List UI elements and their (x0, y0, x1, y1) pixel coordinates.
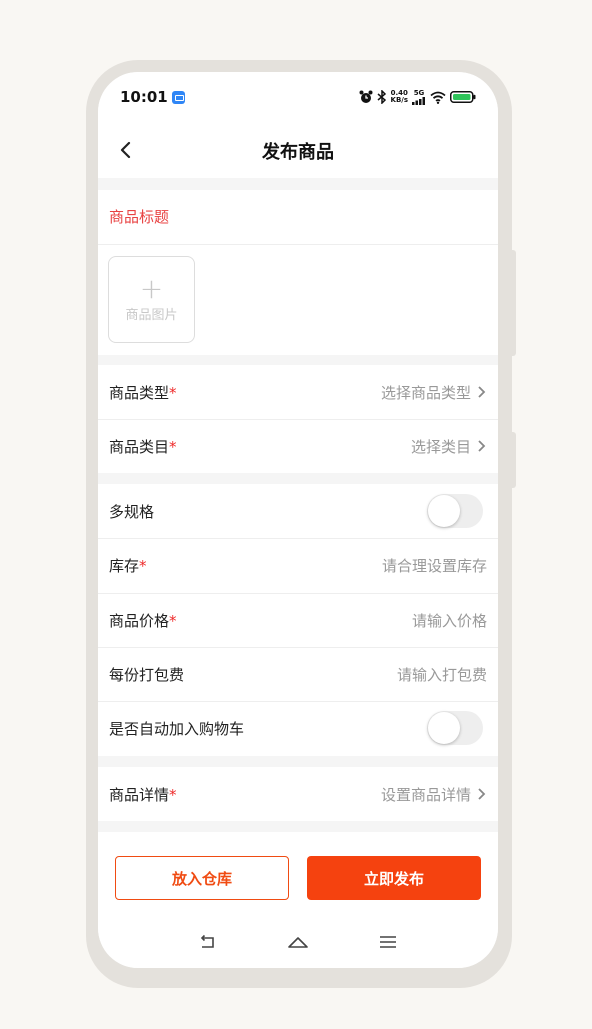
product-image-upload[interactable]: + 商品图片 (108, 256, 195, 343)
required-mark: * (139, 556, 147, 575)
auto-cart-label: 是否自动加入购物车 (109, 719, 245, 738)
network-type-label: 5G (413, 88, 425, 97)
auto-cart-toggle[interactable] (427, 711, 483, 745)
price-input[interactable]: 请输入价格 (412, 610, 487, 631)
multi-spec-toggle[interactable] (427, 494, 483, 528)
image-upload-label: 商品图片 (125, 307, 178, 323)
details-section: 商品详情* 设置商品详情 (98, 767, 498, 821)
chevron-right-icon (478, 788, 486, 800)
alarm-icon (359, 90, 373, 103)
packing-fee-input[interactable]: 请输入打包费 (397, 664, 487, 685)
back-gesture-icon[interactable] (196, 930, 220, 954)
price-row: 商品价格* 请输入价格 (98, 593, 498, 647)
volume-button (511, 250, 516, 356)
product-type-label: 商品类型* (109, 383, 177, 402)
divider (98, 244, 498, 245)
status-time: 10:01 (120, 88, 168, 106)
menu-icon[interactable] (376, 930, 400, 954)
price-label: 商品价格* (109, 611, 177, 630)
auto-cart-row: 是否自动加入购物车 (98, 701, 498, 755)
product-category-row[interactable]: 商品类目* 选择类目 (98, 419, 498, 473)
publish-now-button[interactable]: 立即发布 (307, 856, 481, 900)
network-speed: 0.40 KB/s (390, 89, 408, 104)
product-type-row[interactable]: 商品类型* 选择商品类型 (98, 365, 498, 419)
home-icon[interactable] (286, 930, 310, 954)
chevron-right-icon (478, 440, 486, 452)
status-icons: 0.40 KB/s 5G (359, 88, 476, 105)
required-mark: * (169, 383, 177, 402)
message-app-icon (171, 90, 185, 104)
stock-input[interactable]: 请合理设置库存 (382, 555, 487, 576)
bluetooth-icon (377, 90, 386, 104)
stock-label: 库存* (109, 556, 147, 575)
packing-fee-row: 每份打包费 请输入打包费 (98, 647, 498, 701)
bottom-action-bar: 放入仓库 立即发布 (98, 832, 498, 968)
required-mark: * (169, 437, 177, 456)
product-details-row[interactable]: 商品详情* 设置商品详情 (98, 767, 498, 821)
chevron-right-icon (478, 386, 486, 398)
wifi-icon (430, 91, 446, 104)
page-title: 发布商品 (262, 142, 334, 163)
required-mark: * (169, 785, 177, 804)
stock-row: 库存* 请合理设置库存 (98, 538, 498, 592)
product-details-label: 商品详情* (109, 785, 177, 804)
product-type-value: 选择商品类型 (380, 383, 471, 402)
product-category-label: 商品类目* (109, 437, 177, 456)
plus-icon: + (139, 271, 164, 305)
battery-icon (450, 91, 476, 103)
status-bar: 10:01 0.40 KB/s 5G (98, 72, 498, 122)
power-button (511, 432, 516, 488)
nav-bar: 发布商品 (98, 122, 498, 178)
signal-icon (412, 96, 425, 105)
required-mark: * (169, 611, 177, 630)
pricing-section: 多规格 库存* 请合理设置库存 商品价格* 请输入价格 每份打包费 请输入打包费… (98, 484, 498, 756)
type-category-section: 商品类型* 选择商品类型 商品类目* 选择类目 (98, 365, 498, 473)
save-to-warehouse-button[interactable]: 放入仓库 (115, 856, 289, 900)
product-category-value: 选择类目 (410, 437, 471, 456)
signal-indicator: 5G (412, 88, 426, 105)
product-title-input[interactable]: 商品标题 (109, 206, 169, 227)
multi-spec-label: 多规格 (109, 502, 155, 521)
packing-fee-label: 每份打包费 (109, 665, 185, 684)
product-details-value: 设置商品详情 (380, 785, 471, 804)
multi-spec-row: 多规格 (98, 484, 498, 538)
phone-screen: 10:01 0.40 KB/s 5G 发布商品 商品标题 + 商品图片 商品类型… (98, 72, 498, 968)
